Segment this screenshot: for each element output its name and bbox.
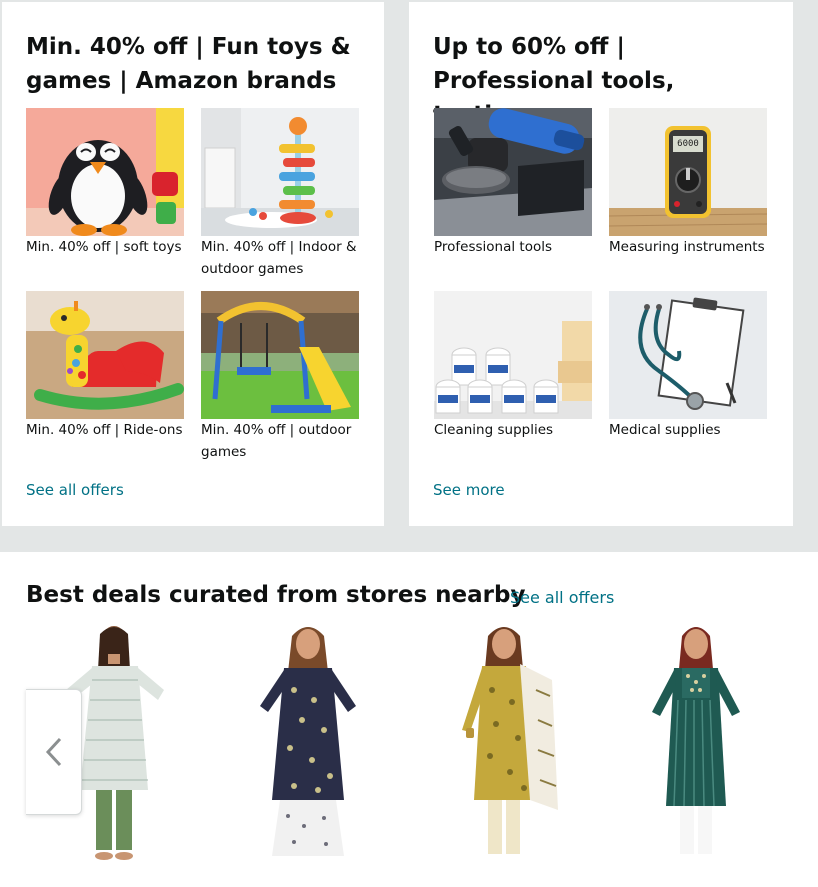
swing-slide-image[interactable] <box>201 291 359 419</box>
ball-tower-image[interactable] <box>201 108 359 236</box>
chevron-left-icon <box>45 737 61 767</box>
tile-indoor-outdoor-games[interactable]: Min. 40% off | Indoor & outdoor games <box>201 108 359 280</box>
penguin-plush-image[interactable] <box>26 108 184 236</box>
card-title[interactable]: Min. 40% off | Fun toys & games | Amazon… <box>26 30 366 98</box>
tile-caption[interactable]: Measuring instruments <box>609 236 767 258</box>
tile-caption[interactable]: Professional tools <box>434 236 592 258</box>
nearby-deals-carousel: Best deals curated from stores nearby Se… <box>0 552 818 887</box>
tile-caption[interactable]: Cleaning supplies <box>434 419 592 441</box>
tile-outdoor-games[interactable]: Min. 40% off | outdoor games <box>201 291 359 463</box>
carousel-title: Best deals curated from stores nearby <box>26 582 526 608</box>
tile-caption[interactable]: Medical supplies <box>609 419 767 441</box>
giraffe-rocker-image[interactable] <box>26 291 184 419</box>
tile-caption[interactable]: Min. 40% off | outdoor games <box>201 419 359 463</box>
product-kurta-mustard-dupatta[interactable] <box>440 620 570 870</box>
tissue-rolls-image[interactable] <box>434 291 592 419</box>
multimeter-display: 6000 <box>677 139 699 149</box>
multimeter-image[interactable]: 6000 <box>609 108 767 236</box>
stethoscope-image[interactable] <box>609 291 767 419</box>
product-kurta-navy-print[interactable] <box>244 620 374 870</box>
tile-caption[interactable]: Min. 40% off | Ride-ons <box>26 419 184 441</box>
tile-professional-tools[interactable]: Professional tools <box>434 108 592 258</box>
angle-grinder-image[interactable] <box>434 108 592 236</box>
deal-card-toys: Min. 40% off | Fun toys & games | Amazon… <box>2 2 384 526</box>
tile-cleaning-supplies[interactable]: Cleaning supplies <box>434 291 592 441</box>
carousel-prev-button[interactable] <box>26 689 82 815</box>
deal-card-tools: Up to 60% off | Professional tools, test… <box>409 2 793 526</box>
tile-medical-supplies[interactable]: Medical supplies <box>609 291 767 441</box>
see-all-offers-link[interactable]: See all offers <box>26 481 124 499</box>
see-more-link[interactable]: See more <box>433 481 505 499</box>
product-kurta-teal-stripe[interactable] <box>632 620 762 870</box>
tile-caption[interactable]: Min. 40% off | soft toys <box>26 236 184 258</box>
tile-ride-ons[interactable]: Min. 40% off | Ride-ons <box>26 291 184 441</box>
see-all-offers-link[interactable]: See all offers <box>510 588 614 607</box>
tile-measuring-instruments[interactable]: 6000 Measuring instruments <box>609 108 767 258</box>
tile-caption[interactable]: Min. 40% off | Indoor & outdoor games <box>201 236 359 280</box>
tile-soft-toys[interactable]: Min. 40% off | soft toys <box>26 108 184 258</box>
